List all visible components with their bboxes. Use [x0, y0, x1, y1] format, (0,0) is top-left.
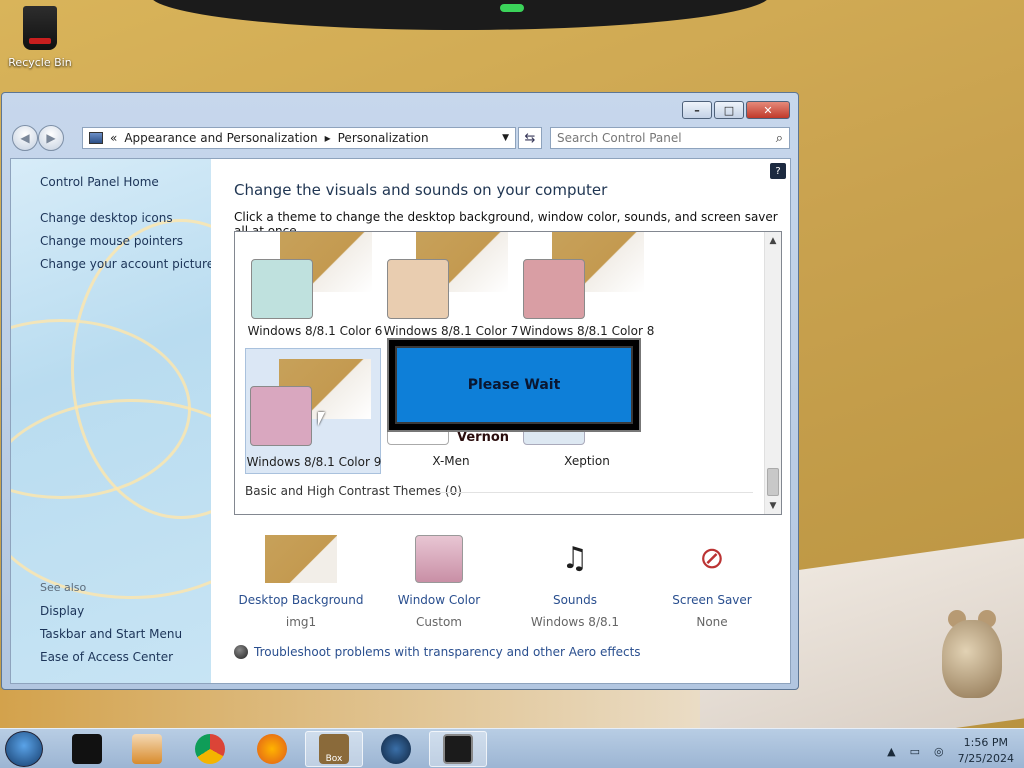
page-title: Change the visuals and sounds on your co…	[234, 181, 608, 199]
theme-color9-label: Windows 8/8.1 Color 9	[246, 455, 382, 469]
theme-color6[interactable]: Windows 8/8.1 Color 6	[247, 232, 383, 358]
clock-date: 7/25/2024	[957, 752, 1014, 765]
theme-list: Windows 8/8.1 Color 6 Windows 8/8.1 Colo…	[234, 231, 782, 515]
address-bar[interactable]: « Appearance and Personalization ▸ Perso…	[82, 127, 516, 149]
see-also-taskbar-start-menu[interactable]: Taskbar and Start Menu	[40, 627, 182, 641]
desktop-background-icon	[265, 535, 337, 583]
window-color-value: Custom	[416, 615, 462, 629]
sidebar-change-desktop-icons[interactable]: Change desktop icons	[40, 211, 173, 225]
troubleshoot-icon	[234, 645, 248, 659]
speaker-led	[500, 4, 524, 12]
basic-themes-divider	[435, 492, 753, 493]
please-wait-text: Please Wait	[467, 377, 561, 393]
theme-color6-label: Windows 8/8.1 Color 6	[247, 324, 383, 338]
sounds-option[interactable]: ♫ Sounds Windows 8/8.1	[505, 535, 645, 629]
please-wait-dialog: Please Wait	[387, 338, 641, 432]
address-chevron[interactable]: «	[110, 131, 117, 145]
search-placeholder: Search Control Panel	[557, 131, 682, 145]
search-icon[interactable]: ⌕	[776, 131, 783, 146]
box-label: Box	[319, 734, 349, 764]
theme-color7-swatch	[387, 259, 449, 319]
nav-buttons: ◀ ▶	[12, 125, 64, 151]
wallpaper-speaker	[150, 0, 770, 30]
system-tray: ▲ ▭ ◎ 1:56 PM 7/25/2024	[887, 735, 1014, 767]
theme-color9[interactable]: Windows 8/8.1 Color 9	[245, 348, 381, 474]
sidebar-change-mouse-pointers[interactable]: Change mouse pointers	[40, 234, 183, 248]
search-input[interactable]: Search Control Panel ⌕	[550, 127, 790, 149]
minimize-button[interactable]: –	[682, 101, 712, 119]
content-area: Control Panel Home Change desktop icons …	[10, 158, 791, 684]
breadcrumb-personalization[interactable]: Personalization	[338, 131, 429, 145]
recycle-bin-label: Recycle Bin	[8, 56, 72, 69]
taskbar-steam[interactable]	[367, 731, 425, 767]
recycle-bin-shortcut[interactable]: Recycle Bin	[8, 6, 72, 69]
recycle-bin-icon	[23, 6, 57, 50]
window-controls: – □ ✕	[682, 101, 790, 119]
theme-color8-label: Windows 8/8.1 Color 8	[519, 324, 655, 338]
scroll-down-button[interactable]: ▼	[765, 497, 781, 514]
theme-xmen-label: X-Men	[432, 454, 470, 468]
scroll-up-button[interactable]: ▲	[765, 232, 781, 249]
breadcrumb-separator[interactable]: ▸	[325, 131, 331, 145]
taskbar-app-1[interactable]	[58, 731, 116, 767]
troubleshoot-link[interactable]: Troubleshoot problems with transparency …	[234, 645, 641, 659]
screen-saver-option[interactable]: ⊘ Screen Saver None	[642, 535, 782, 629]
back-button[interactable]: ◀	[12, 125, 38, 151]
clock-time: 1:56 PM	[963, 736, 1008, 749]
refresh-button[interactable]: ⇆	[518, 127, 542, 149]
theme-color8-swatch	[523, 259, 585, 319]
network-icon[interactable]: ▭	[910, 745, 920, 758]
window-color-label: Window Color	[397, 593, 481, 607]
theme-color6-swatch	[251, 259, 313, 319]
wallpaper-floor	[0, 690, 700, 730]
close-button[interactable]: ✕	[746, 101, 790, 119]
control-panel-icon	[89, 132, 103, 144]
screen-saver-label: Screen Saver	[672, 593, 752, 607]
troubleshoot-label: Troubleshoot problems with transparency …	[254, 645, 641, 659]
basic-themes-heading[interactable]: Basic and High Contrast Themes (0)	[245, 484, 462, 498]
maximize-button[interactable]: □	[714, 101, 744, 119]
sounds-label: Sounds	[552, 593, 598, 607]
forward-button[interactable]: ▶	[38, 125, 64, 151]
mouse-cursor-icon	[318, 412, 325, 426]
window-color-option[interactable]: Window Color Custom	[369, 535, 509, 629]
sounds-value: Windows 8/8.1	[530, 615, 620, 629]
desktop-background-label: Desktop Background	[238, 593, 364, 607]
window-color-icon	[415, 535, 463, 583]
theme-list-scrollbar[interactable]: ▲ ▼	[764, 232, 781, 514]
taskbar-firefox[interactable]	[243, 731, 301, 767]
personalization-window: – □ ✕ ◀ ▶ « Appearance and Personalizati…	[1, 92, 799, 690]
screen-saver-value: None	[696, 615, 728, 629]
see-also-display[interactable]: Display	[40, 604, 84, 618]
taskbar-chrome[interactable]	[181, 731, 239, 767]
theme-watermark: Vernon	[457, 430, 510, 445]
scroll-thumb[interactable]	[767, 468, 779, 496]
see-also-ease-of-access[interactable]: Ease of Access Center	[40, 650, 173, 664]
breadcrumb-appearance[interactable]: Appearance and Personalization	[124, 131, 317, 145]
sidebar-control-panel-home[interactable]: Control Panel Home	[40, 175, 159, 189]
taskbar-control-panel[interactable]	[429, 731, 487, 767]
desktop-background-value: img1	[285, 615, 317, 629]
sounds-icon: ♫	[561, 541, 589, 576]
taskbar-box[interactable]: Box	[305, 731, 363, 767]
clock[interactable]: 1:56 PM 7/25/2024	[958, 735, 1014, 767]
taskbar-media-player[interactable]	[118, 731, 176, 767]
sidebar: Control Panel Home Change desktop icons …	[11, 159, 211, 683]
see-also-heading: See also	[40, 581, 87, 594]
theme-color9-swatch	[250, 386, 312, 446]
address-dropdown-icon[interactable]: ▼	[502, 133, 509, 143]
start-button[interactable]	[5, 731, 43, 767]
volume-icon[interactable]: ◎	[934, 745, 944, 758]
hamster-desktop-mascot	[930, 600, 1010, 700]
sidebar-change-account-picture[interactable]: Change your account picture	[40, 257, 211, 271]
theme-xeption-label: Xeption	[564, 454, 610, 468]
desktop-background-option[interactable]: Desktop Background img1	[231, 535, 371, 629]
theme-color7-label: Windows 8/8.1 Color 7	[383, 324, 519, 338]
help-icon[interactable]: ?	[770, 163, 786, 179]
screen-saver-icon: ⊘	[699, 541, 725, 576]
tray-arrow-icon[interactable]: ▲	[887, 745, 895, 758]
main-panel: ? Change the visuals and sounds on your …	[211, 159, 790, 683]
taskbar: Box ▲ ▭ ◎ 1:56 PM 7/25/2024	[0, 728, 1024, 768]
